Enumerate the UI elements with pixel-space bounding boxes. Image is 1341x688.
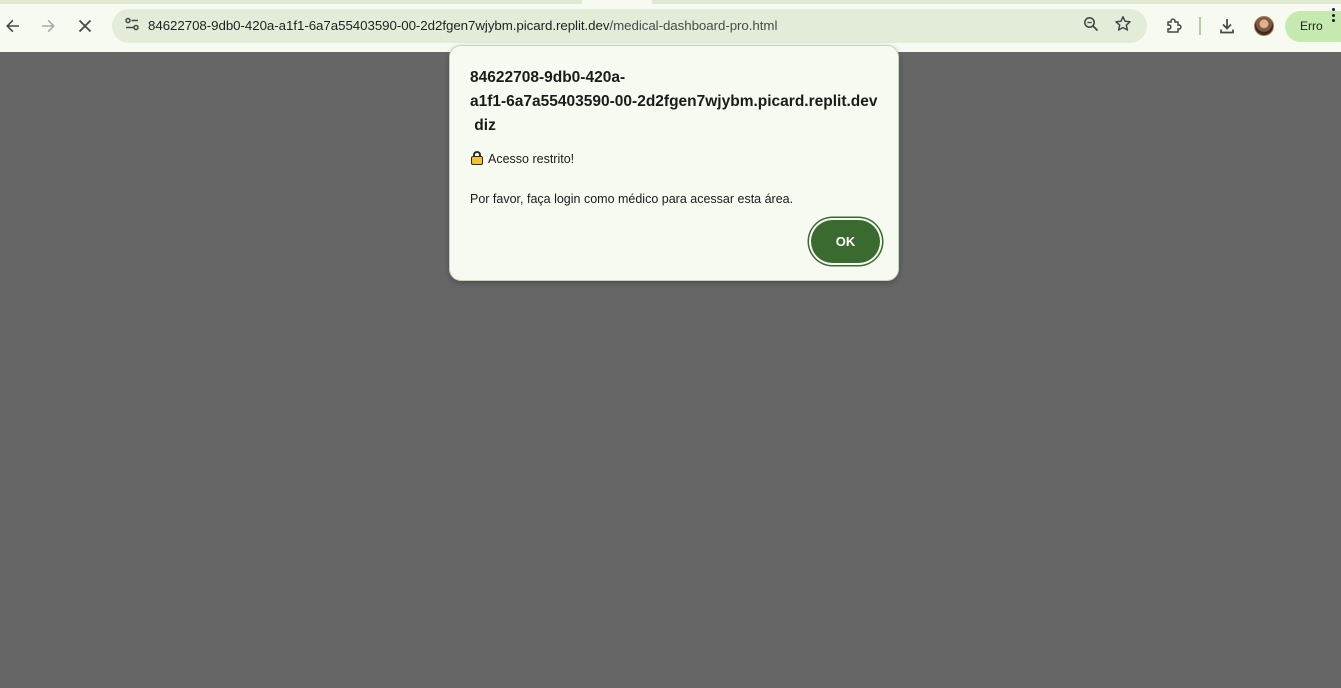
zoom-icon: [1083, 16, 1099, 37]
url-text[interactable]: 84622708-9db0-420a-a1f1-6a7a55403590-00-…: [148, 18, 777, 33]
kebab-icon[interactable]: [1331, 8, 1337, 24]
url-host: 84622708-9db0-420a-a1f1-6a7a55403590-00-…: [148, 18, 610, 33]
profile-error-label: Erro: [1300, 19, 1323, 33]
ok-button[interactable]: OK: [811, 220, 880, 263]
restricted-access-text: Acesso restrito!: [488, 152, 575, 166]
dialog-message-line-1: Acesso restrito!: [470, 149, 885, 169]
alert-dialog: 84622708-9db0-420a- a1f1-6a7a55403590-00…: [449, 45, 899, 281]
puzzle-icon: [1165, 17, 1183, 35]
dialog-message-line-2: Por favor, faça login como médico para a…: [470, 192, 794, 206]
tab-strip: [0, 0, 1341, 4]
dialog-title-line-3: diz: [470, 117, 496, 134]
site-info-button[interactable]: [118, 12, 146, 40]
stop-loading-button[interactable]: [69, 10, 101, 42]
dialog-message: Acesso restrito! Por favor, faça login c…: [470, 149, 885, 209]
close-icon: [78, 19, 92, 33]
arrow-right-icon: [40, 18, 56, 34]
download-icon: [1218, 17, 1236, 35]
address-bar[interactable]: 84622708-9db0-420a-a1f1-6a7a55403590-00-…: [112, 9, 1147, 43]
forward-button[interactable]: [32, 10, 64, 42]
active-tab[interactable]: [582, 0, 652, 4]
url-path: /medical-dashboard-pro.html: [609, 18, 778, 33]
dialog-title: 84622708-9db0-420a- a1f1-6a7a55403590-00…: [470, 66, 885, 138]
avatar[interactable]: [1254, 16, 1274, 36]
downloads-button[interactable]: [1211, 10, 1243, 42]
back-button[interactable]: [0, 10, 29, 42]
arrow-left-icon: [5, 18, 21, 34]
star-icon: [1114, 15, 1132, 38]
bookmark-button[interactable]: [1109, 12, 1137, 40]
zoom-button[interactable]: [1077, 12, 1105, 40]
dialog-title-line-2: a1f1-6a7a55403590-00-2d2fgen7wjybm.picar…: [470, 93, 878, 110]
toolbar-separator: [1199, 17, 1201, 35]
tune-icon: [124, 16, 140, 37]
dialog-title-line-1: 84622708-9db0-420a-: [470, 69, 626, 86]
lock-emoji-icon: [470, 151, 484, 165]
extensions-button[interactable]: [1158, 10, 1190, 42]
